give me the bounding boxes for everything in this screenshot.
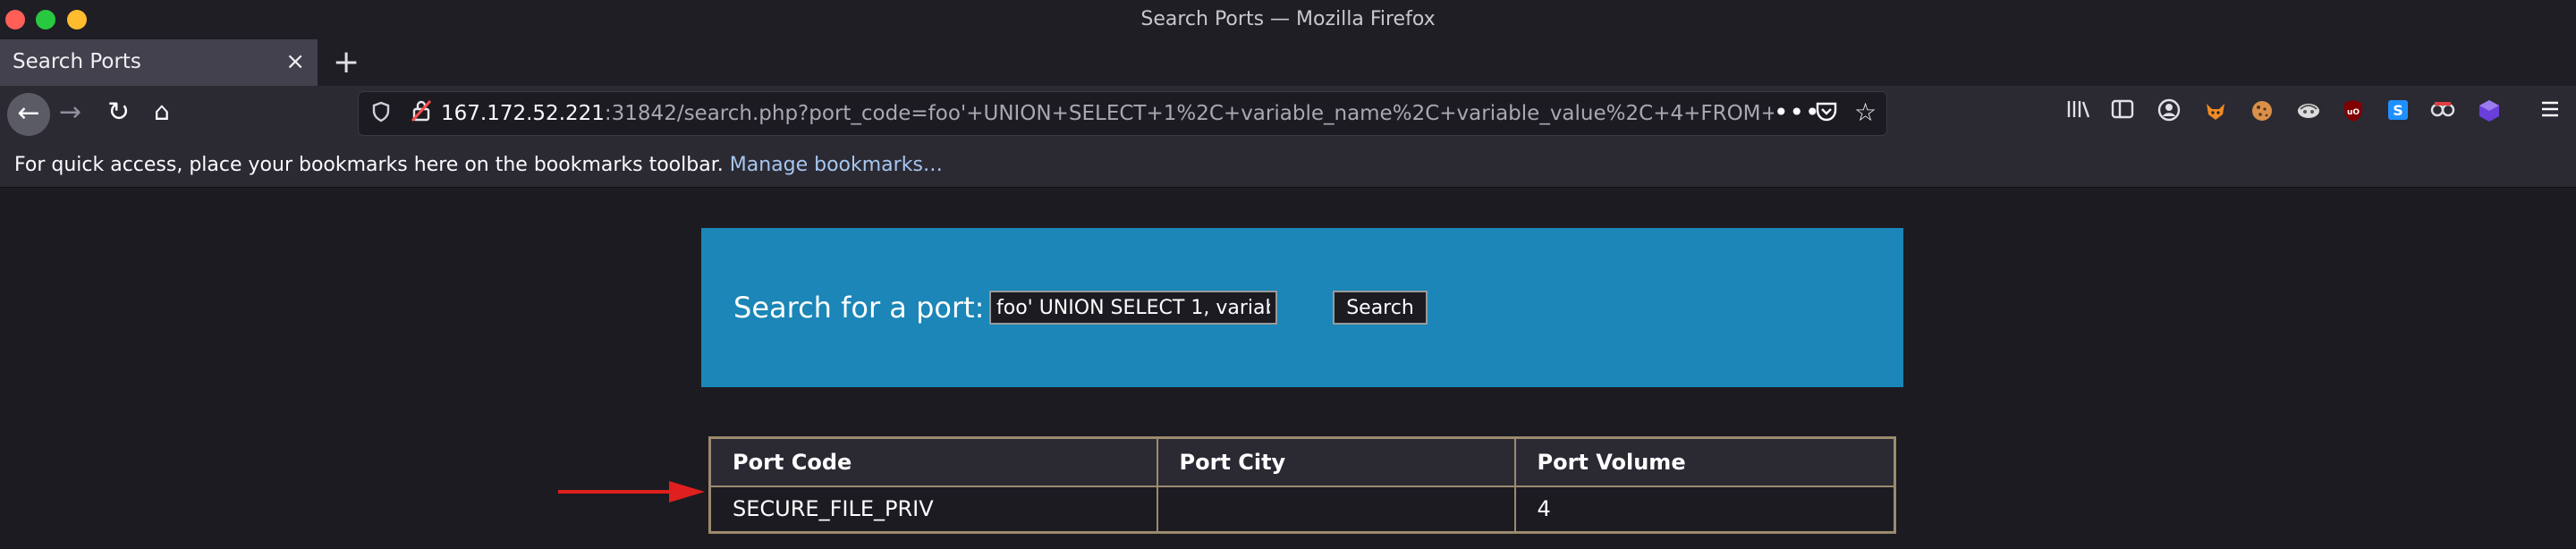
s-extension-icon[interactable]: S	[2383, 98, 2413, 129]
cube-extension-icon[interactable]	[2474, 98, 2504, 129]
tamper-extension-icon[interactable]	[2293, 98, 2324, 129]
home-icon[interactable]: ⌂	[154, 97, 170, 126]
red-arrow-annotation	[558, 481, 705, 503]
reload-icon[interactable]: ↻	[107, 97, 130, 128]
url-text[interactable]: 167.172.52.221:31842/search.php?port_cod…	[441, 102, 1774, 125]
url-host: 167.172.52.221	[441, 102, 605, 125]
search-panel: Search for a port: Search	[701, 228, 1903, 387]
ublock-icon[interactable]: uO	[2338, 98, 2368, 129]
window-titlebar: Search Ports — Mozilla Firefox	[0, 0, 2576, 39]
insecure-lock-icon[interactable]	[411, 99, 432, 128]
svg-text:uO: uO	[2347, 108, 2360, 117]
new-tab-icon[interactable]: +	[333, 45, 360, 80]
cell-port-city	[1156, 485, 1516, 534]
library-icon[interactable]	[2063, 98, 2093, 129]
tab-label: Search Ports	[13, 50, 141, 73]
tab-close-icon[interactable]: ×	[285, 48, 305, 75]
sidebar-icon[interactable]	[2107, 98, 2138, 129]
cookie-extension-icon[interactable]	[2247, 98, 2277, 129]
address-bar[interactable]: 167.172.52.221:31842/search.php?port_cod…	[358, 91, 1887, 136]
manage-bookmarks-link[interactable]: Manage bookmarks…	[730, 154, 943, 176]
forward-arrow-icon[interactable]: →	[59, 97, 81, 128]
hamburger-menu-icon[interactable]	[2535, 98, 2565, 129]
bookmarks-hint: For quick access, place your bookmarks h…	[14, 154, 943, 176]
tab-search-ports[interactable]: Search Ports ×	[0, 39, 318, 86]
column-header-port-volume: Port Volume	[1513, 436, 1896, 487]
column-header-port-code: Port Code	[708, 436, 1158, 487]
navigation-toolbar: ← → ↻ ⌂ 167.172.52.221:31842/search.php?…	[0, 86, 2576, 143]
shield-icon[interactable]	[371, 101, 391, 128]
page-actions-icon[interactable]: •••	[1774, 97, 1821, 127]
cell-port-volume: 4	[1513, 485, 1896, 534]
page-content: Search for a port: Search Port Code Port…	[0, 188, 2576, 549]
port-search-input[interactable]	[989, 291, 1277, 325]
column-header-port-city: Port City	[1156, 436, 1516, 487]
table-header-row: Port Code Port City Port Volume	[708, 436, 1896, 487]
star-icon[interactable]: ☆	[1854, 97, 1877, 127]
table-row: SECURE_FILE_PRIV 4	[708, 485, 1896, 534]
account-icon[interactable]	[2154, 98, 2184, 129]
back-arrow-icon[interactable]: ←	[7, 93, 50, 136]
url-path: :31842/search.php?port_code=foo'+UNION+S…	[604, 102, 1774, 125]
window-title: Search Ports — Mozilla Firefox	[1140, 8, 1436, 30]
glasses-extension-icon[interactable]	[2428, 98, 2458, 129]
fox-extension-icon[interactable]	[2200, 98, 2231, 129]
bookmarks-toolbar: For quick access, place your bookmarks h…	[0, 143, 2576, 188]
cell-port-code: SECURE_FILE_PRIV	[708, 485, 1158, 534]
tab-strip: Search Ports × +	[0, 39, 2576, 86]
pocket-icon[interactable]	[1815, 101, 1838, 128]
search-button[interactable]: Search	[1333, 291, 1428, 325]
svg-text:S: S	[2393, 102, 2403, 119]
search-label: Search for a port:	[733, 291, 985, 325]
results-table: Port Code Port City Port Volume SECURE_F…	[708, 436, 1896, 534]
bookmarks-hint-text: For quick access, place your bookmarks h…	[14, 154, 724, 176]
